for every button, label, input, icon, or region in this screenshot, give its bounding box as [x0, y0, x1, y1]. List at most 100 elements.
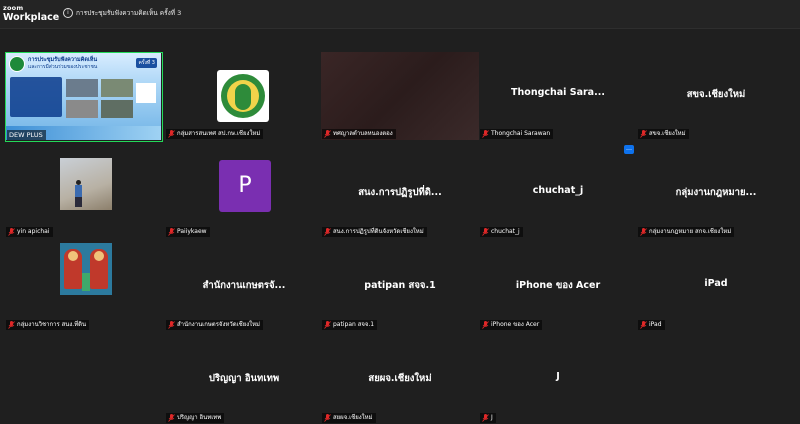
participant-tile[interactable]: Thongchai Sara... Thongchai Sarawan — [479, 52, 637, 140]
participant-display-name: iPad — [704, 278, 728, 289]
slide-badge: ครั้งที่ 3 — [136, 58, 157, 68]
mic-muted-icon — [482, 413, 489, 422]
participant-name: สยผจ.เชียงใหม่ — [333, 414, 373, 421]
info-icon[interactable]: i — [63, 8, 73, 18]
participant-display-name: กลุ่มงานกฎหมาย... — [675, 187, 757, 198]
department-logo — [217, 70, 269, 122]
participant-name: กลุ่มงานกฎหมาย สกจ.เชียงใหม่ — [649, 228, 732, 235]
participant-name: yin apichai — [17, 228, 50, 235]
avatar: P — [219, 160, 271, 212]
participant-display-name: สนง.การปฏิรูปที่ดิ... — [358, 187, 442, 198]
participant-name-label: Paiiykaew — [166, 227, 210, 237]
participant-name: J — [491, 414, 493, 421]
participant-display-name: สำนักงานเกษตรจั... — [202, 280, 286, 291]
mic-muted-icon — [640, 129, 647, 138]
participant-tile[interactable]: สยผจ.เชียงใหม่ สยผจ.เชียงใหม่ — [321, 336, 479, 424]
participant-tile[interactable]: ปริญญา อินทเทพ ปริญญา อินทเทพ — [165, 336, 323, 424]
mic-muted-icon — [324, 227, 331, 236]
participant-name-label: yin apichai — [6, 227, 53, 237]
participant-name-label: กลุ่มสารสนเทศ สป.กษ.เชียงใหม่ — [166, 129, 264, 139]
participant-name: สนง.การปฏิรูปที่ดินจังหวัดเชียงใหม่ — [333, 228, 424, 235]
road-image — [101, 79, 133, 97]
logo-bottom-text: Workplace — [3, 12, 60, 23]
participant-name-label: Thongchai Sarawan — [480, 129, 554, 139]
road-image — [101, 100, 133, 118]
slide-subtitle: และการมีส่วนร่วมของประชาชน — [28, 64, 98, 70]
mic-muted-icon — [8, 227, 15, 236]
participant-name-label: สำนักงานเกษตรจังหวัดเชียงใหม่ — [166, 320, 263, 330]
top-bar: zoom Workplace i การประชุมรับฟังความคิดเ… — [0, 0, 800, 29]
mic-muted-icon — [640, 227, 647, 236]
participant-display-name: J — [556, 371, 560, 382]
profile-artwork — [60, 243, 112, 295]
mic-muted-icon — [168, 320, 175, 329]
road-image — [66, 100, 98, 118]
mic-muted-icon — [168, 227, 175, 236]
share-tag: DEW PLUS — [7, 130, 46, 140]
participant-tile[interactable]: กลุ่มงานกฎหมาย... กลุ่มงานกฎหมาย สกจ.เชีย… — [637, 150, 795, 238]
meeting-title: การประชุมรับฟังความคิดเห็น ครั้งที่ 3 — [76, 9, 182, 17]
participant-name-label: สยผจ.เชียงใหม่ — [322, 413, 376, 423]
participant-display-name: chuchat_j — [532, 185, 584, 196]
participant-name: iPad — [649, 321, 662, 328]
participant-name-label: กลุ่มงานวิชาการ สนง.ที่ดิน — [6, 320, 90, 330]
participant-name-label: chuchat_j — [480, 227, 523, 237]
road-image — [66, 79, 98, 97]
participant-tile[interactable]: สำนักงานเกษตรจั... สำนักงานเกษตรจังหวัดเช… — [165, 243, 323, 331]
mic-muted-icon — [482, 129, 489, 138]
mic-muted-icon — [324, 413, 331, 422]
participant-name: patipan สจจ.1 — [333, 321, 375, 328]
participant-name: ทศญาลตำบลหนองตอง — [333, 130, 393, 137]
shared-slide: การประชุมรับฟังความคิดเห็น และการมีส่วนร่… — [6, 53, 161, 140]
participant-tile[interactable]: chuchat_j chuchat_j — [479, 150, 637, 238]
mic-muted-icon — [324, 320, 331, 329]
participant-tile[interactable]: กลุ่มงานวิชาการ สนง.ที่ดิน — [5, 243, 163, 331]
slide-info-box — [10, 77, 62, 117]
mic-muted-icon — [168, 413, 175, 422]
participant-tile[interactable]: ทศญาลตำบลหนองตอง — [321, 52, 479, 140]
participant-name: Paiiykaew — [177, 228, 207, 235]
participant-tile[interactable]: yin apichai — [5, 150, 163, 238]
participant-display-name: ปริญญา อินทเทพ — [208, 373, 280, 384]
qr-code — [136, 83, 156, 103]
mic-muted-icon — [482, 320, 489, 329]
more-options-button[interactable]: … — [624, 145, 634, 154]
participant-name-label: ทศญาลตำบลหนองตอง — [322, 129, 396, 139]
participant-name-label: patipan สจจ.1 — [322, 320, 378, 330]
participant-name-label: สนง.การปฏิรูปที่ดินจังหวัดเชียงใหม่ — [322, 227, 427, 237]
participant-tile[interactable]: P Paiiykaew — [165, 150, 323, 238]
participant-tile[interactable]: iPad iPad — [637, 243, 795, 331]
participant-name: ปริญญา อินทเทพ — [177, 414, 222, 421]
emblem-icon — [9, 56, 25, 72]
participant-display-name: สขจ.เชียงใหม่ — [686, 89, 746, 100]
gallery-grid: การประชุมรับฟังความคิดเห็น และการมีส่วนร่… — [0, 30, 800, 424]
participant-tile[interactable]: สนง.การปฏิรูปที่ดิ... สนง.การปฏิรูปที่ดิน… — [321, 150, 479, 238]
mic-muted-icon — [640, 320, 647, 329]
participant-name-label: J — [480, 413, 496, 423]
video-feed — [321, 52, 479, 140]
participant-name-label: ปริญญา อินทเทพ — [166, 413, 225, 423]
participant-name: Thongchai Sarawan — [491, 130, 551, 137]
participant-tile[interactable]: patipan สจจ.1 patipan สจจ.1 — [321, 243, 479, 331]
participant-name: chuchat_j — [491, 228, 520, 235]
participant-name-label: iPhone ของ Acer — [480, 320, 543, 330]
participant-tile[interactable]: iPhone ของ Acer iPhone ของ Acer — [479, 243, 637, 331]
participant-tile[interactable]: กลุ่มสารสนเทศ สป.กษ.เชียงใหม่ — [165, 52, 323, 140]
profile-photo — [60, 158, 112, 210]
participant-name: สำนักงานเกษตรจังหวัดเชียงใหม่ — [177, 321, 260, 328]
participant-name: สขจ.เชียงใหม่ — [649, 130, 686, 137]
participant-tile[interactable]: JJ — [479, 336, 637, 424]
participant-name: iPhone ของ Acer — [491, 321, 540, 328]
participant-display-name: Thongchai Sara... — [511, 87, 605, 98]
participant-name-label: สขจ.เชียงใหม่ — [638, 129, 689, 139]
participant-display-name: patipan สจจ.1 — [364, 280, 436, 291]
zoom-logo: zoom Workplace — [3, 4, 59, 22]
participant-name-label: กลุ่มงานกฎหมาย สกจ.เชียงใหม่ — [638, 227, 735, 237]
participant-name-label: iPad — [638, 320, 665, 330]
mic-muted-icon — [482, 227, 489, 236]
mic-muted-icon — [8, 320, 15, 329]
participant-name: กลุ่มงานวิชาการ สนง.ที่ดิน — [17, 321, 87, 328]
participant-name: กลุ่มสารสนเทศ สป.กษ.เชียงใหม่ — [177, 130, 261, 137]
participant-tile[interactable]: สขจ.เชียงใหม่ สขจ.เชียงใหม่ — [637, 52, 795, 140]
participant-tile[interactable]: การประชุมรับฟังความคิดเห็น และการมีส่วนร่… — [5, 52, 163, 142]
